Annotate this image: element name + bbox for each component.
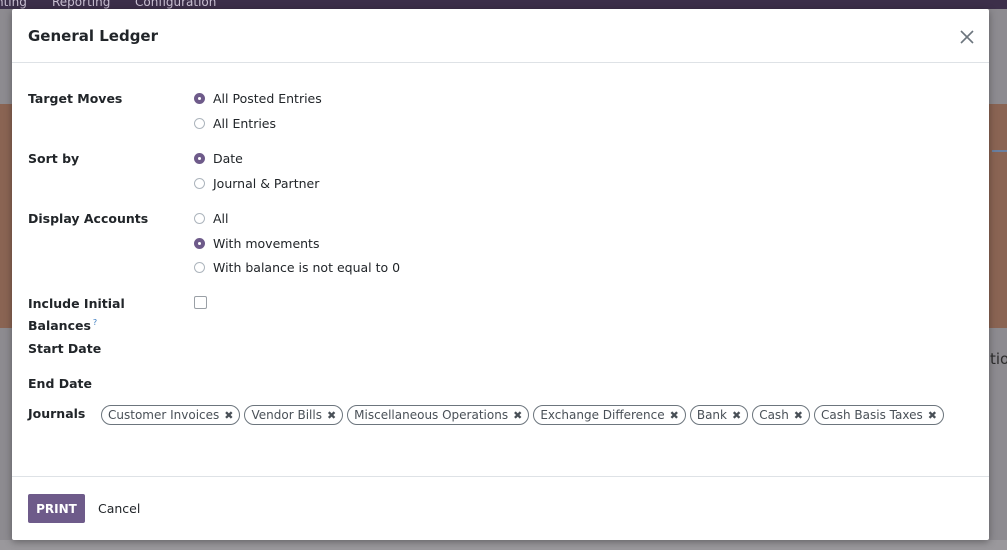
journals-label: Journals bbox=[28, 406, 86, 421]
close-button[interactable] bbox=[955, 25, 979, 49]
tag-label: Customer Invoices bbox=[108, 408, 220, 422]
journal-tag[interactable]: Bank ✖ bbox=[689, 405, 749, 425]
tag-label: Miscellaneous Operations bbox=[354, 408, 509, 422]
radio-button-checked[interactable] bbox=[194, 237, 205, 249]
background-text: tio bbox=[990, 350, 1007, 368]
label-line-1: Include Initial bbox=[28, 296, 125, 311]
radio-sort-journal-partner[interactable]: Journal & Partner bbox=[194, 174, 319, 192]
radio-label: Journal & Partner bbox=[213, 175, 320, 191]
remove-tag-icon[interactable]: ✖ bbox=[670, 409, 679, 422]
remove-tag-icon[interactable]: ✖ bbox=[928, 409, 937, 422]
radio-button-checked[interactable] bbox=[194, 152, 205, 164]
include-initial-balances-label: Include Initial Balances? bbox=[28, 294, 125, 335]
menu-item-accounting: nting bbox=[0, 0, 27, 9]
radio-button[interactable] bbox=[194, 212, 205, 224]
dialog-header: General Ledger bbox=[12, 9, 989, 63]
tag-label: Cash bbox=[759, 408, 789, 422]
background-footer bbox=[0, 540, 1007, 550]
background-divider bbox=[992, 150, 1007, 152]
radio-label: All bbox=[213, 210, 229, 226]
journal-tag[interactable]: Cash ✖ bbox=[752, 405, 811, 425]
general-ledger-dialog: General Ledger Target Moves All Posted E… bbox=[12, 9, 989, 540]
menu-item-reporting: Reporting bbox=[52, 0, 111, 9]
radio-all-posted-entries[interactable]: All Posted Entries bbox=[194, 89, 322, 107]
radio-button[interactable] bbox=[194, 261, 205, 273]
radio-button[interactable] bbox=[194, 177, 205, 189]
tag-label: Vendor Bills bbox=[251, 408, 322, 422]
cancel-button[interactable]: Cancel bbox=[98, 501, 140, 516]
close-icon bbox=[960, 30, 974, 44]
app-top-navbar: nting Reporting Configuration bbox=[0, 0, 1007, 9]
radio-sort-date[interactable]: Date bbox=[194, 149, 243, 167]
journal-tag[interactable]: Vendor Bills ✖ bbox=[244, 405, 344, 425]
dialog-footer: PRINT Cancel bbox=[12, 476, 989, 540]
menu-item-configuration: Configuration bbox=[135, 0, 217, 9]
radio-display-all[interactable]: All bbox=[194, 209, 229, 227]
sort-by-label: Sort by bbox=[28, 151, 80, 166]
remove-tag-icon[interactable]: ✖ bbox=[327, 409, 336, 422]
tag-label: Bank bbox=[696, 408, 727, 422]
journal-tag[interactable]: Exchange Difference ✖ bbox=[533, 405, 686, 425]
include-initial-balances-checkbox[interactable] bbox=[194, 296, 207, 309]
radio-label: All Entries bbox=[213, 115, 277, 131]
label-line-2: Balances bbox=[28, 318, 91, 334]
target-moves-label: Target Moves bbox=[28, 91, 123, 106]
radio-label: With movements bbox=[213, 235, 320, 251]
help-tooltip-icon[interactable]: ? bbox=[93, 318, 97, 327]
dialog-title: General Ledger bbox=[28, 27, 158, 45]
print-button[interactable]: PRINT bbox=[28, 494, 85, 523]
start-date-label: Start Date bbox=[28, 341, 102, 356]
tag-label: Exchange Difference bbox=[540, 408, 665, 422]
journal-tag[interactable]: Miscellaneous Operations ✖ bbox=[347, 405, 530, 425]
remove-tag-icon[interactable]: ✖ bbox=[732, 409, 741, 422]
radio-button[interactable] bbox=[194, 117, 205, 129]
remove-tag-icon[interactable]: ✖ bbox=[794, 409, 803, 422]
radio-label: All Posted Entries bbox=[213, 90, 322, 106]
remove-tag-icon[interactable]: ✖ bbox=[224, 409, 233, 422]
journal-tag[interactable]: Customer Invoices ✖ bbox=[101, 405, 241, 425]
remove-tag-icon[interactable]: ✖ bbox=[513, 409, 522, 422]
display-accounts-label: Display Accounts bbox=[28, 211, 149, 226]
radio-label: With balance is not equal to 0 bbox=[213, 259, 401, 275]
radio-label: Date bbox=[213, 150, 243, 166]
journal-tag[interactable]: Cash Basis Taxes ✖ bbox=[814, 405, 944, 425]
tag-label: Cash Basis Taxes bbox=[821, 408, 923, 422]
radio-display-with-movements[interactable]: With movements bbox=[194, 234, 319, 252]
end-date-label: End Date bbox=[28, 376, 93, 391]
radio-display-balance-not-zero[interactable]: With balance is not equal to 0 bbox=[194, 258, 400, 276]
radio-all-entries[interactable]: All Entries bbox=[194, 114, 276, 132]
radio-button-checked[interactable] bbox=[194, 92, 205, 104]
journals-tag-list[interactable]: Customer Invoices ✖ Vendor Bills ✖ Miscell… bbox=[101, 405, 944, 425]
